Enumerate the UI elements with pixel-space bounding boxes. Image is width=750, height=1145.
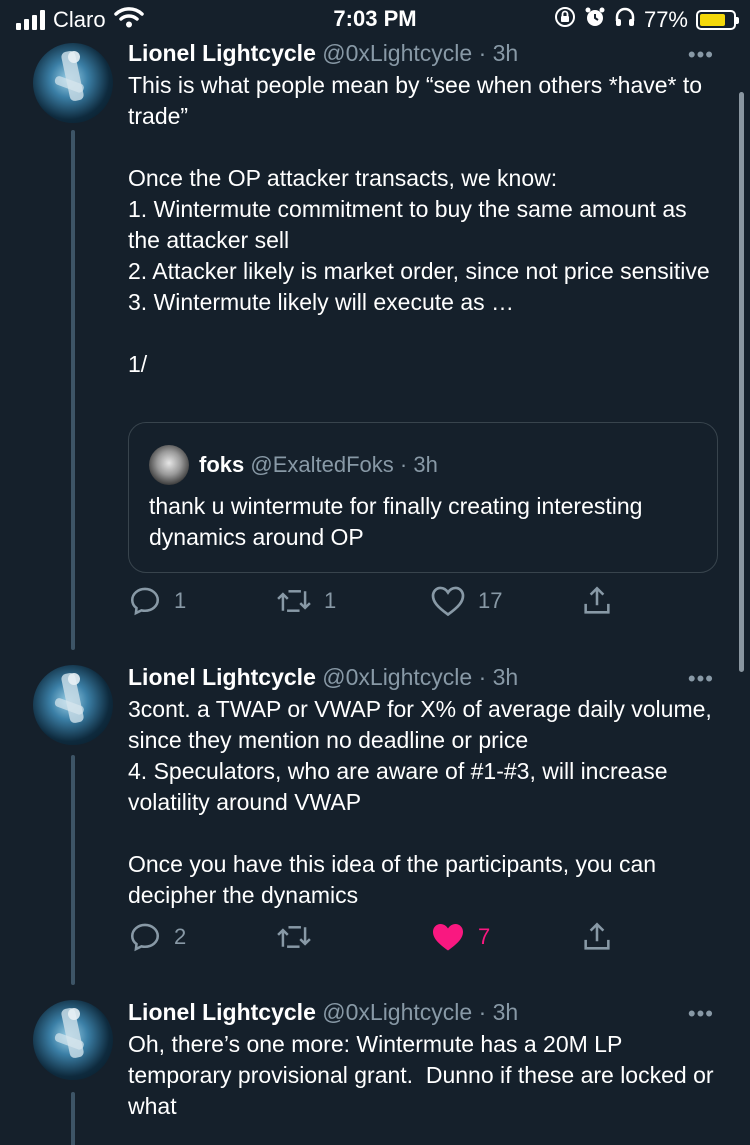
author-handle[interactable]: @0xLightcycle [322, 999, 472, 1025]
more-options-icon[interactable]: ••• [688, 1001, 714, 1027]
tweet[interactable]: Lionel Lightcycle @0xLightcycle · 3h •••… [0, 0, 750, 1145]
avatar[interactable] [33, 1000, 113, 1080]
scrollbar[interactable] [739, 92, 744, 672]
tweet-header: Lionel Lightcycle @0xLightcycle · 3h [128, 999, 518, 1026]
author-name[interactable]: Lionel Lightcycle [128, 999, 316, 1025]
thread-line [71, 1092, 75, 1145]
tweet-text: Oh, there’s one more: Wintermute has a 2… [128, 1031, 720, 1119]
tweet-time[interactable]: · 3h [479, 999, 519, 1025]
